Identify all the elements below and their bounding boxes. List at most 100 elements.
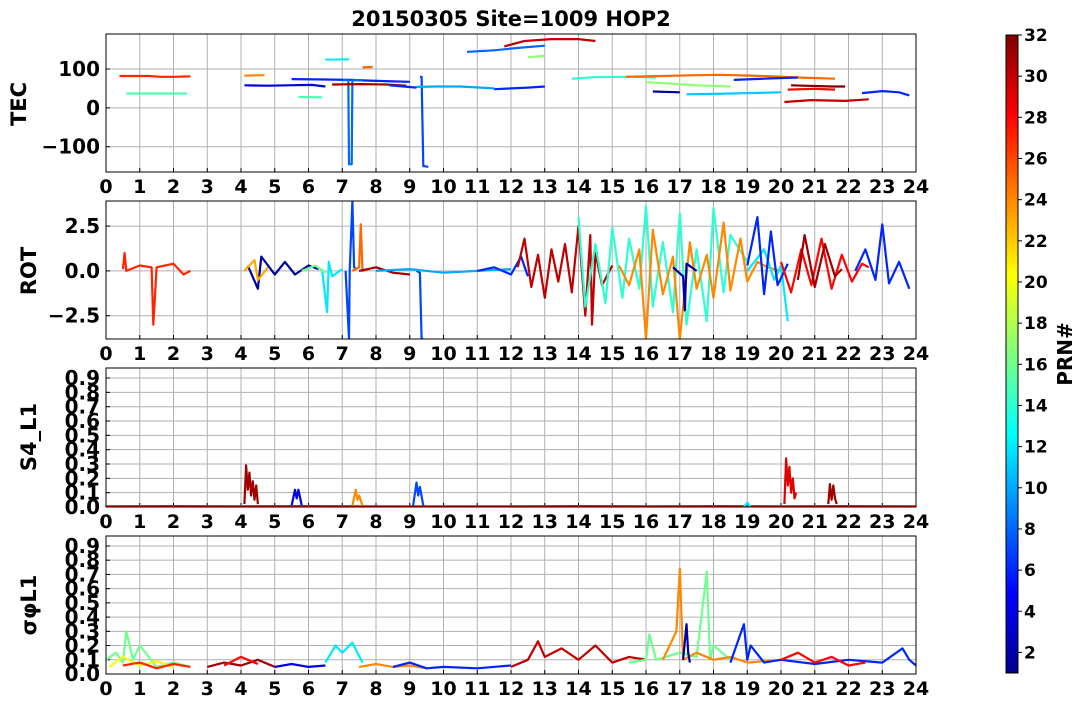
x-tick-label: 12: [498, 511, 524, 533]
x-tick-label: 16: [633, 343, 659, 365]
colorbar-gradient: [1005, 34, 1019, 674]
x-tick-label: 21: [802, 678, 828, 700]
x-tick-label: 18: [700, 678, 726, 700]
x-tick-label: 24: [903, 176, 929, 198]
x-tick-label: 3: [201, 511, 214, 533]
x-tick-label: 14: [565, 176, 591, 198]
colorbar-tick-label: 6: [1024, 561, 1036, 581]
x-tick-label: 8: [369, 511, 382, 533]
x-tick-label: 7: [336, 343, 349, 365]
x-tick-label: 24: [903, 678, 929, 700]
x-tick-label: 21: [802, 511, 828, 533]
y-tick-label: −2.5: [48, 304, 100, 328]
x-tick-label: 22: [835, 511, 861, 533]
x-tick-label: 15: [599, 511, 625, 533]
x-tick-label: 2: [167, 678, 180, 700]
series-line-prn17: [527, 54, 545, 59]
x-tick-label: 11: [464, 678, 490, 700]
x-tick-label: 4: [234, 511, 247, 533]
x-tick-label: 3: [201, 678, 214, 700]
x-tick-label: 2: [167, 176, 180, 198]
x-tick-label: 16: [633, 176, 659, 198]
x-tick-label: 11: [464, 511, 490, 533]
x-tick-label: 13: [532, 511, 558, 533]
x-tick-label: 16: [633, 678, 659, 700]
x-tick-label: 7: [336, 511, 349, 533]
x-tick-label: 2: [167, 343, 180, 365]
x-tick-label: 10: [430, 511, 456, 533]
x-tick-label: 6: [302, 678, 315, 700]
x-tick-label: 1: [133, 678, 146, 700]
series-line-prn32: [791, 84, 846, 88]
x-tick-label: 10: [430, 678, 456, 700]
x-tick-label: 9: [403, 678, 416, 700]
x-tick-label: 7: [336, 678, 349, 700]
x-tick-label: 24: [903, 511, 929, 533]
x-tick-label: 3: [201, 343, 214, 365]
colorbar-tick-label: 12: [1024, 438, 1048, 458]
colorbar-tick-label: 24: [1024, 191, 1048, 211]
x-tick-label: 5: [268, 678, 281, 700]
x-tick-label: 20: [768, 343, 794, 365]
x-tick-label: 13: [532, 176, 558, 198]
x-tick-label: 0: [99, 343, 112, 365]
x-tick-label: 5: [268, 343, 281, 365]
x-tick-label: 1: [133, 511, 146, 533]
x-tick-label: 22: [835, 176, 861, 198]
x-tick-label: 15: [599, 343, 625, 365]
x-tick-label: 22: [835, 678, 861, 700]
x-tick-label: 21: [802, 176, 828, 198]
colorbar-tick-label: 22: [1024, 232, 1048, 252]
x-tick-label: 0: [99, 176, 112, 198]
colorbar-tick-label: 8: [1024, 520, 1036, 540]
x-tick-label: 19: [734, 176, 760, 198]
colorbar: 2468101214161820222426283032 PRN#: [1005, 26, 1077, 674]
x-tick-label: 17: [667, 343, 693, 365]
x-tick-label: 9: [403, 176, 416, 198]
x-tick-label: 15: [599, 176, 625, 198]
x-tick-label: 20: [768, 511, 794, 533]
x-tick-label: 23: [869, 511, 895, 533]
x-tick-label: 17: [667, 511, 693, 533]
x-tick-label: 1: [133, 343, 146, 365]
x-tick-label: 20: [768, 678, 794, 700]
y-tick-label: 2.5: [65, 214, 100, 238]
x-tick-label: 7: [336, 176, 349, 198]
x-tick-label: 9: [403, 511, 416, 533]
y-tick-label: 100: [58, 57, 100, 81]
x-tick-label: 18: [700, 176, 726, 198]
x-tick-label: 5: [268, 511, 281, 533]
x-tick-label: 11: [464, 176, 490, 198]
colorbar-tick-label: 32: [1024, 26, 1048, 46]
x-tick-label: 14: [565, 511, 591, 533]
x-tick-label: 13: [532, 343, 558, 365]
x-tick-label: 13: [532, 678, 558, 700]
y-axis-label: S4_L1: [17, 403, 41, 471]
panel-sigma_phi_l1: 0 1 2 3 4 5 6 7 8 9 10 11 12 13 14 15 16 17 18 19 20 21 22 23 24…: [17, 534, 929, 700]
x-tick-label: 23: [869, 678, 895, 700]
x-tick-label: 22: [835, 343, 861, 365]
colorbar-tick-label: 28: [1024, 108, 1048, 128]
y-tick-label: 0.0: [65, 259, 100, 283]
x-tick-label: 1: [133, 176, 146, 198]
x-tick-label: 3: [201, 176, 214, 198]
x-tick-label: 15: [599, 678, 625, 700]
x-tick-label: 8: [369, 343, 382, 365]
y-tick-label: −100: [41, 135, 100, 159]
colorbar-tick-label: 4: [1024, 602, 1036, 622]
x-tick-label: 2: [167, 511, 180, 533]
y-axis-label: ROT: [17, 246, 41, 295]
figure: 20150305 Site=1009 HOP2 0 1 2 3 4 5 6 7 8 9 10 11 12…: [7, 7, 1077, 700]
x-tick-label: 12: [498, 678, 524, 700]
x-tick-label: 19: [734, 678, 760, 700]
x-tick-label: 8: [369, 678, 382, 700]
x-tick-label: 9: [403, 343, 416, 365]
x-tick-label: 6: [302, 511, 315, 533]
x-tick-label: 18: [700, 343, 726, 365]
x-tick-label: 19: [734, 511, 760, 533]
y-axis-label: TEC: [7, 82, 31, 126]
x-tick-label: 12: [498, 343, 524, 365]
panel-s4_l1: 0 1 2 3 4 5 6 7 8 9 10 11 12 13 14 15 16 17 18 19 20 21 22 23 24…: [17, 366, 929, 533]
y-tick-label: 0.9: [65, 534, 100, 558]
x-tick-label: 5: [268, 176, 281, 198]
